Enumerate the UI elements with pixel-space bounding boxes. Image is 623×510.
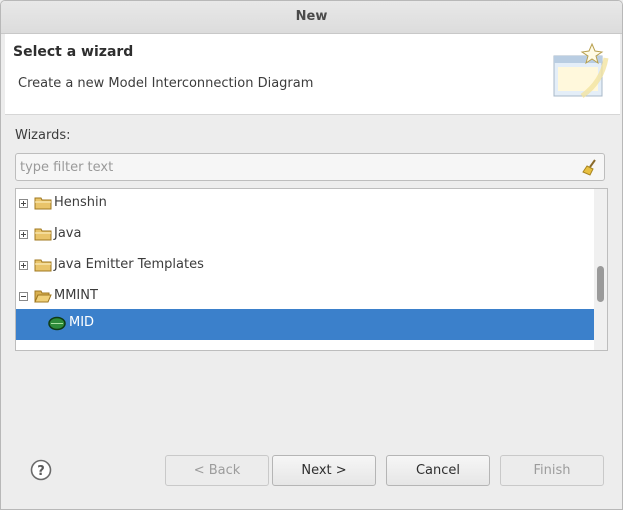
clear-filter-icon[interactable] xyxy=(581,158,599,176)
tree-item-label: MMINT xyxy=(54,288,98,303)
tree-item-java[interactable]: Java xyxy=(16,220,594,251)
tree-item-mid[interactable]: MID xyxy=(16,309,594,340)
filter-field[interactable] xyxy=(15,153,605,181)
tree-scrollbar[interactable] xyxy=(594,189,607,350)
cancel-button[interactable]: Cancel xyxy=(386,455,490,486)
tree-item-label: MID xyxy=(69,315,95,330)
folder-icon xyxy=(34,259,52,272)
folder-icon xyxy=(34,197,52,210)
mid-leaf-icon xyxy=(48,316,66,331)
wizard-tree[interactable]: Henshin Java Java Emitter Templates MMIN… xyxy=(15,188,608,351)
next-button[interactable]: Next > xyxy=(272,455,376,486)
folder-open-icon xyxy=(34,290,52,303)
window-title: New xyxy=(1,1,622,34)
header-description: Create a new Model Interconnection Diagr… xyxy=(18,76,314,91)
header-title: Select a wizard xyxy=(13,44,134,60)
finish-button[interactable]: Finish xyxy=(500,455,604,486)
help-icon[interactable]: ? xyxy=(30,459,52,481)
tree-item-label: Java Emitter Templates xyxy=(54,257,204,272)
back-button[interactable]: < Back xyxy=(165,455,269,486)
tree-item-henshin[interactable]: Henshin xyxy=(16,189,594,220)
folder-icon xyxy=(34,228,52,241)
scrollbar-thumb[interactable] xyxy=(597,266,604,302)
filter-input[interactable] xyxy=(20,157,580,177)
svg-text:?: ? xyxy=(37,464,45,479)
wizards-label: Wizards: xyxy=(15,128,71,143)
collapse-icon[interactable] xyxy=(19,292,28,301)
wizard-banner-icon xyxy=(553,42,609,99)
tree-item-label: Java xyxy=(54,226,82,241)
expand-icon[interactable] xyxy=(19,230,28,239)
tree-item-java-emitter-templates[interactable]: Java Emitter Templates xyxy=(16,251,594,282)
expand-icon[interactable] xyxy=(19,199,28,208)
tree-item-label: Henshin xyxy=(54,195,107,210)
expand-icon[interactable] xyxy=(19,261,28,270)
wizard-header: Select a wizard Create a new Model Inter… xyxy=(5,34,620,115)
